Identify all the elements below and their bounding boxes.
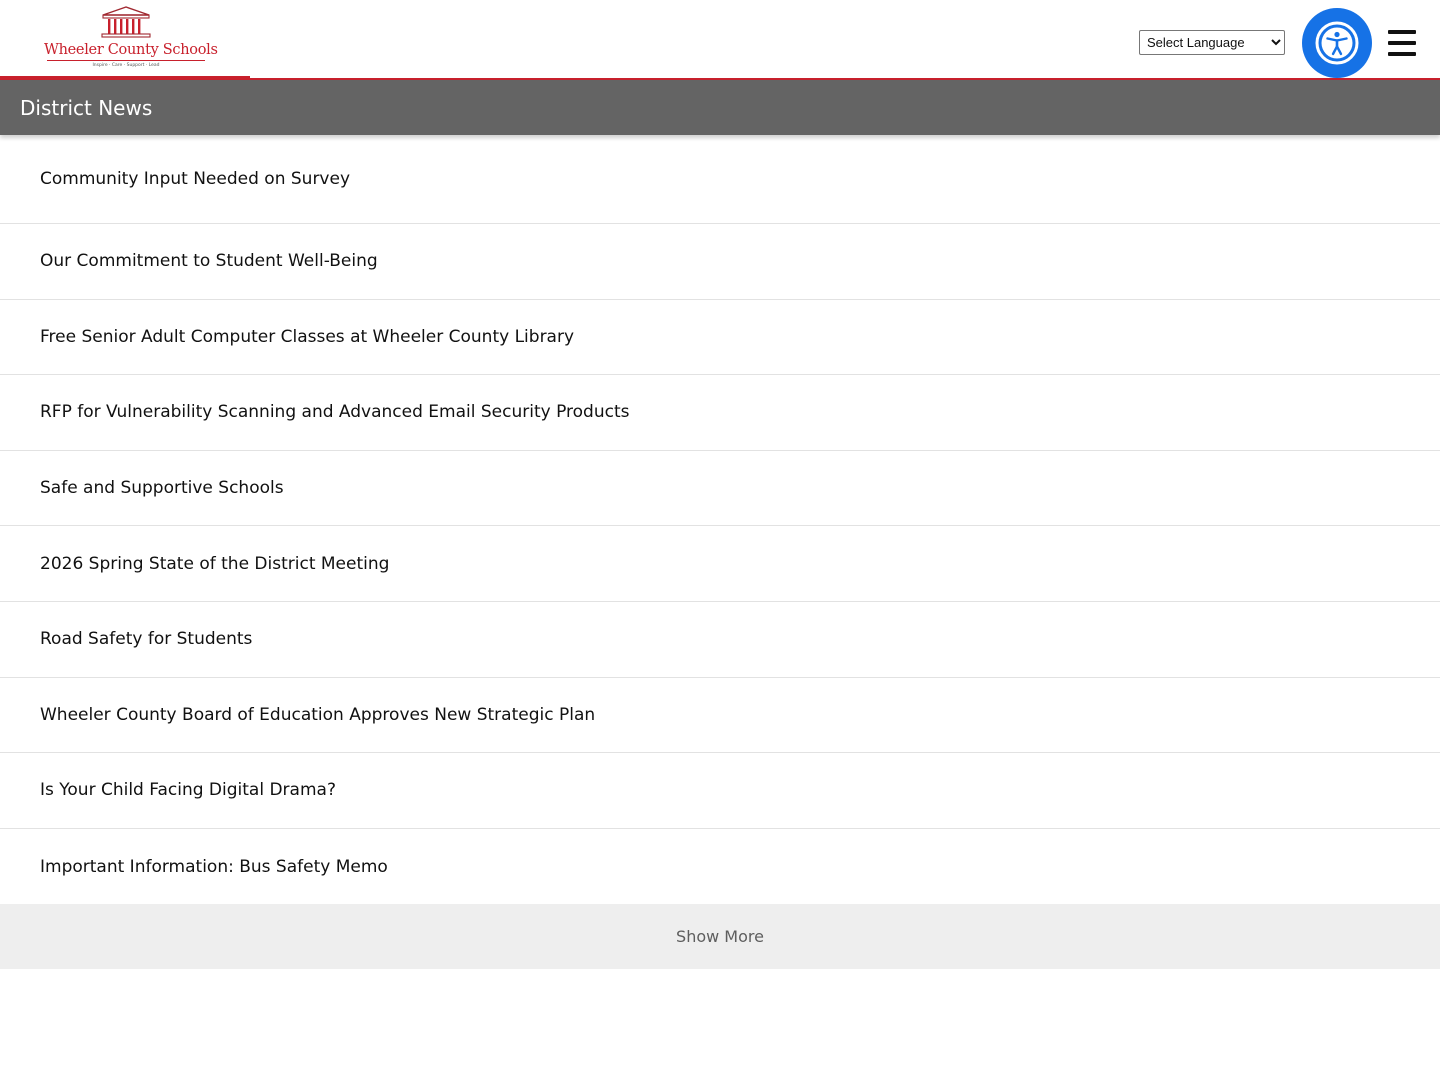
news-item-title[interactable]: RFP for Vulnerability Scanning and Advan… (40, 402, 629, 422)
news-item[interactable]: Is Your Child Facing Digital Drama? (0, 753, 1440, 829)
accessibility-person-icon (1315, 21, 1359, 65)
menu-bar (1388, 52, 1416, 56)
news-item-title[interactable]: Free Senior Adult Computer Classes at Wh… (40, 327, 574, 347)
show-more-label: Show More (676, 927, 764, 947)
menu-bar (1388, 41, 1416, 45)
news-item-title[interactable]: Community Input Needed on Survey (40, 169, 350, 189)
section-title: District News (20, 95, 153, 120)
news-item-title[interactable]: Is Your Child Facing Digital Drama? (40, 780, 336, 800)
news-item[interactable]: Free Senior Adult Computer Classes at Wh… (0, 300, 1440, 376)
accessibility-button[interactable] (1302, 8, 1372, 78)
news-item[interactable]: Community Input Needed on Survey (0, 135, 1440, 224)
news-item[interactable]: Wheeler County Board of Education Approv… (0, 678, 1440, 754)
news-item[interactable]: RFP for Vulnerability Scanning and Advan… (0, 375, 1440, 451)
news-item-title[interactable]: Wheeler County Board of Education Approv… (40, 705, 595, 725)
news-item-title[interactable]: Safe and Supportive Schools (40, 478, 284, 498)
logo-tagline: Inspire · Care · Support · Lead (92, 63, 160, 68)
news-item-title[interactable]: Our Commitment to Student Well-Being (40, 251, 378, 271)
schoolhouse-logo-icon (101, 6, 151, 38)
language-select[interactable]: Select Language (1139, 30, 1285, 55)
logo-divider (47, 60, 205, 61)
site-logo[interactable]: Wheeler County Schools Inspire · Care · … (44, 6, 218, 74)
show-more-button[interactable]: Show More (0, 904, 1440, 970)
hamburger-menu-icon[interactable] (1388, 30, 1416, 56)
news-item-title[interactable]: Important Information: Bus Safety Memo (40, 857, 388, 877)
news-item-title[interactable]: Road Safety for Students (40, 629, 252, 649)
news-list: Community Input Needed on Survey Our Com… (0, 135, 1440, 904)
logo-name: Wheeler County Schools (44, 42, 218, 58)
menu-bar (1388, 30, 1416, 34)
news-item[interactable]: Road Safety for Students (0, 602, 1440, 678)
news-item[interactable]: 2026 Spring State of the District Meetin… (0, 526, 1440, 602)
news-item[interactable]: Our Commitment to Student Well-Being (0, 224, 1440, 300)
section-header-bar: District News (0, 80, 1440, 135)
news-item[interactable]: Important Information: Bus Safety Memo (0, 829, 1440, 905)
site-header: Wheeler County Schools Inspire · Care · … (0, 0, 1440, 80)
news-item[interactable]: Safe and Supportive Schools (0, 451, 1440, 527)
news-item-title[interactable]: 2026 Spring State of the District Meetin… (40, 554, 389, 574)
